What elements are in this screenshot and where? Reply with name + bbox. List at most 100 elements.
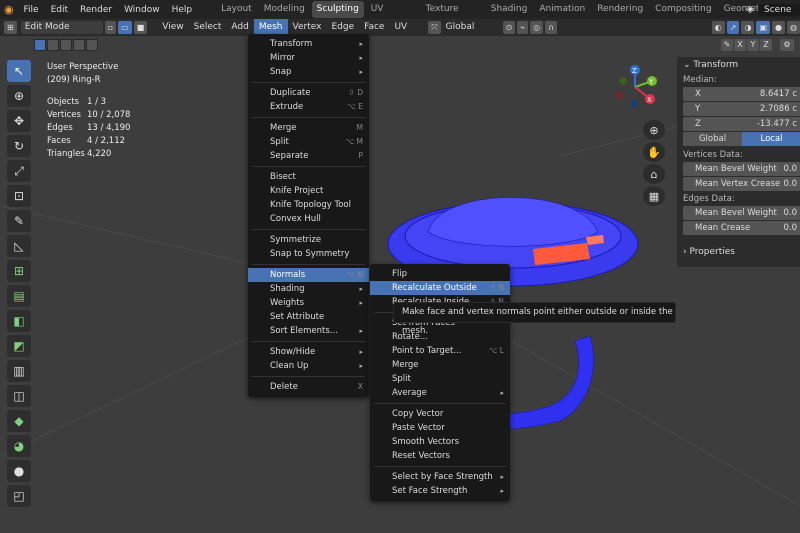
menu-item-copy-vector[interactable]: Copy Vector bbox=[370, 407, 510, 421]
tab-animation[interactable]: Animation bbox=[534, 1, 590, 18]
navigation-gizmo[interactable]: Z Y X bbox=[610, 64, 660, 110]
menu-item-rotate[interactable]: Rotate... bbox=[370, 330, 510, 344]
menu-item-show-hide[interactable]: Show/Hide ▸ bbox=[248, 345, 369, 359]
median-x-field[interactable]: X 8.6417 c bbox=[683, 87, 800, 101]
select-intersect-icon[interactable] bbox=[86, 39, 98, 51]
transform-tool-icon[interactable]: ⊡ bbox=[7, 185, 31, 207]
menu-file[interactable]: File bbox=[18, 5, 45, 15]
xray-icon[interactable]: ▣ bbox=[756, 21, 771, 34]
ortho-grid-icon[interactable]: ▦ bbox=[643, 186, 665, 206]
knife-tool-icon[interactable]: ◫ bbox=[7, 385, 31, 407]
space-global-button[interactable]: Global bbox=[683, 132, 742, 146]
menu-item-average[interactable]: Average ▸ bbox=[370, 386, 510, 400]
select-vertex-icon[interactable]: ▫ bbox=[104, 21, 117, 34]
menu-item-transform[interactable]: Transform ▸ bbox=[248, 37, 369, 51]
pivot-icon[interactable]: ⊙ bbox=[502, 21, 516, 34]
menu-item-shading[interactable]: Shading ▸ bbox=[248, 282, 369, 296]
mean-crease-field[interactable]: Mean Crease 0.0 bbox=[683, 221, 800, 235]
mode-selector[interactable]: Edit Mode bbox=[20, 21, 103, 34]
tab-compositing[interactable]: Compositing bbox=[650, 1, 716, 18]
tab-layout[interactable]: Layout bbox=[216, 1, 257, 18]
menu-item-symmetrize[interactable]: Symmetrize bbox=[248, 233, 369, 247]
menu-item-reset-vectors[interactable]: Reset Vectors bbox=[370, 449, 510, 463]
menu-item-mirror[interactable]: Mirror ▸ bbox=[248, 51, 369, 65]
menu-item-normals[interactable]: Normals ⌥ N bbox=[248, 268, 369, 282]
menu-item-set-face-strength[interactable]: Set Face Strength ▸ bbox=[370, 484, 510, 498]
menu-item-select-by-face-strength[interactable]: Select by Face Strength ▸ bbox=[370, 470, 510, 484]
edge-slide-tool-icon[interactable]: ◰ bbox=[7, 485, 31, 507]
select-box-tool-icon[interactable]: ↖ bbox=[7, 60, 31, 82]
options-icon[interactable]: ⚙ bbox=[780, 39, 794, 51]
select-extend-icon[interactable] bbox=[47, 39, 59, 51]
menu-select[interactable]: Select bbox=[189, 19, 227, 36]
menu-item-paste-vector[interactable]: Paste Vector bbox=[370, 421, 510, 435]
space-local-button[interactable]: Local bbox=[742, 132, 800, 146]
menu-item-duplicate[interactable]: Duplicate ⇧ D bbox=[248, 86, 369, 100]
zoom-icon[interactable]: ⊕ bbox=[643, 120, 665, 140]
select-subtract-icon[interactable] bbox=[60, 39, 72, 51]
camera-icon[interactable]: ⌂ bbox=[643, 164, 665, 184]
menu-item-snap[interactable]: Snap ▸ bbox=[248, 65, 369, 79]
annotate-tool-icon[interactable]: ✎ bbox=[7, 210, 31, 232]
loop-cut-tool-icon[interactable]: ▥ bbox=[7, 360, 31, 382]
measure-tool-icon[interactable]: ◺ bbox=[7, 235, 31, 257]
menu-item-flip[interactable]: Flip bbox=[370, 267, 510, 281]
mean-bevel-weight-field[interactable]: Mean Bevel Weight 0.0 bbox=[683, 162, 800, 176]
inset-tool-icon[interactable]: ◧ bbox=[7, 310, 31, 332]
mirror-x-button[interactable]: X bbox=[734, 39, 746, 51]
median-y-field[interactable]: Y 2.7086 c bbox=[683, 102, 800, 116]
shading-material-icon[interactable]: ◍ bbox=[787, 21, 800, 34]
menu-uv[interactable]: UV bbox=[389, 19, 412, 36]
visibility-icon[interactable]: ◐ bbox=[711, 21, 725, 34]
poly-build-tool-icon[interactable]: ◆ bbox=[7, 410, 31, 432]
menu-item-sort-elements[interactable]: Sort Elements... ▸ bbox=[248, 324, 369, 338]
select-edge-icon[interactable]: ▭ bbox=[118, 21, 132, 34]
menu-item-bisect[interactable]: Bisect bbox=[248, 170, 369, 184]
blender-logo-icon[interactable]: ◉ bbox=[0, 0, 18, 19]
menu-item-knife-topology-tool[interactable]: Knife Topology Tool bbox=[248, 198, 369, 212]
move-tool-icon[interactable]: ✥ bbox=[7, 110, 31, 132]
pan-hand-icon[interactable]: ✋ bbox=[643, 142, 665, 162]
gizmo-toggle-icon[interactable]: ↗ bbox=[726, 21, 740, 34]
menu-item-recalculate-outside[interactable]: Recalculate Outside ⇧ N bbox=[370, 281, 510, 295]
rotate-tool-icon[interactable]: ↻ bbox=[7, 135, 31, 157]
menu-item-convex-hull[interactable]: Convex Hull bbox=[248, 212, 369, 226]
mean-vertex-crease-field[interactable]: Mean Vertex Crease 0.0 bbox=[683, 177, 800, 191]
mirror-y-button[interactable]: Y bbox=[747, 39, 759, 51]
menu-item-clean-up[interactable]: Clean Up ▸ bbox=[248, 359, 369, 373]
menu-item-delete[interactable]: Delete X bbox=[248, 380, 369, 394]
mirror-z-button[interactable]: Z bbox=[760, 39, 772, 51]
menu-item-set-attribute[interactable]: Set Attribute bbox=[248, 310, 369, 324]
proportional-edit-icon[interactable]: ◎ bbox=[530, 21, 544, 34]
properties-panel-header[interactable]: › Properties bbox=[677, 243, 800, 261]
falloff-icon[interactable]: ∩ bbox=[545, 21, 557, 34]
tab-modeling[interactable]: Modeling bbox=[259, 1, 310, 18]
menu-item-point-to-target[interactable]: Point to Target... ⌥ L bbox=[370, 344, 510, 358]
scale-tool-icon[interactable]: ⤢ bbox=[7, 160, 31, 182]
menu-window[interactable]: Window bbox=[118, 5, 166, 15]
menu-item-separate[interactable]: Separate P bbox=[248, 149, 369, 163]
menu-item-snap-to-symmetry[interactable]: Snap to Symmetry bbox=[248, 247, 369, 261]
median-z-field[interactable]: Z -13.477 c bbox=[683, 117, 800, 131]
editor-type-icon[interactable]: ⊞ bbox=[4, 21, 17, 34]
snap-icon[interactable]: ⌁ bbox=[517, 21, 529, 34]
extrude-tool-icon[interactable]: ▤ bbox=[7, 285, 31, 307]
menu-edit[interactable]: Edit bbox=[45, 5, 74, 15]
menu-item-extrude[interactable]: Extrude ⌥ E bbox=[248, 100, 369, 114]
select-face-icon[interactable]: ■ bbox=[133, 21, 148, 34]
menu-view[interactable]: View bbox=[157, 19, 188, 36]
bevel-tool-icon[interactable]: ◩ bbox=[7, 335, 31, 357]
select-new-icon[interactable] bbox=[34, 39, 46, 51]
scene-name[interactable]: Scene bbox=[758, 3, 800, 16]
shading-solid-icon[interactable]: ● bbox=[772, 21, 786, 34]
cursor-tool-icon[interactable]: ⊕ bbox=[7, 85, 31, 107]
smooth-tool-icon[interactable]: ● bbox=[7, 460, 31, 482]
wrench-icon[interactable]: ✎ bbox=[721, 39, 733, 51]
spin-tool-icon[interactable]: ◕ bbox=[7, 435, 31, 457]
tab-sculpting[interactable]: Sculpting bbox=[311, 1, 364, 18]
orientation-icon[interactable]: ⤧ bbox=[428, 21, 441, 34]
add-cube-tool-icon[interactable]: ⊞ bbox=[7, 260, 31, 282]
menu-help[interactable]: Help bbox=[166, 5, 199, 15]
menu-item-smooth-vectors[interactable]: Smooth Vectors bbox=[370, 435, 510, 449]
tab-uv-editing[interactable]: UV Editing bbox=[366, 1, 419, 31]
